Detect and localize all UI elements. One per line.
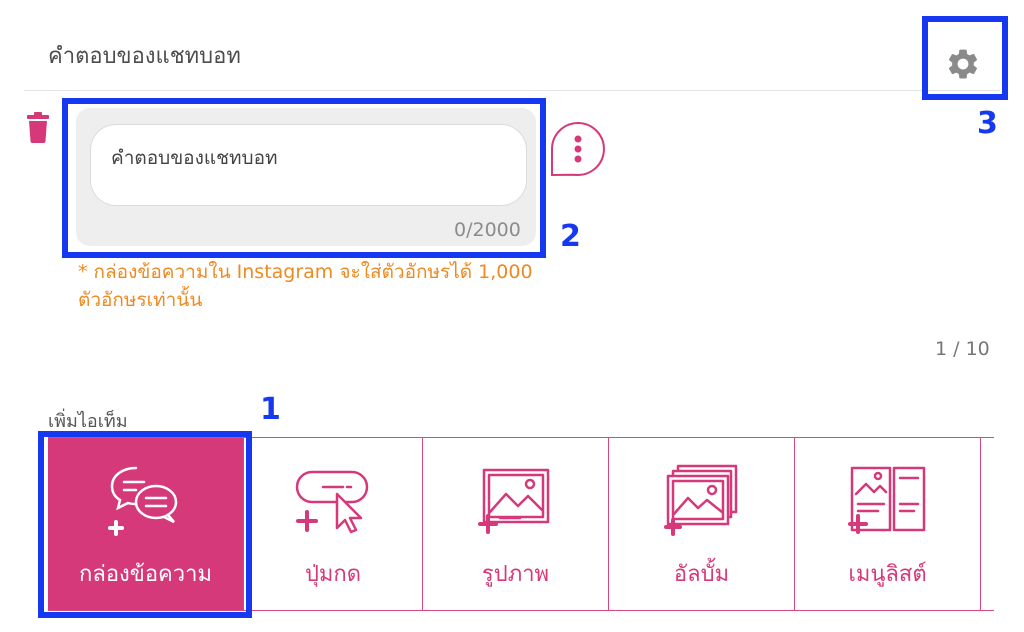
trash-icon[interactable]	[25, 111, 51, 143]
tile-image-label: รูปภาพ	[481, 562, 550, 587]
callout-number-3: 3	[977, 106, 998, 141]
item-counter: 1 / 10	[935, 338, 990, 360]
menu-list-plus-icon	[847, 466, 925, 534]
image-plus-icon	[477, 468, 549, 534]
instagram-limit-note: * กล่องข้อความใน Instagram จะใส่ตัวอักษร…	[78, 261, 533, 311]
button-cursor-plus-icon	[295, 470, 369, 534]
header-divider	[24, 90, 1000, 91]
tile-menu-list-label: เมนูลิสต์	[848, 562, 927, 587]
tile-image[interactable]: รูปภาพ	[423, 438, 609, 610]
more-options-button[interactable]	[548, 119, 608, 179]
highlight-box-message	[62, 98, 546, 258]
tile-menu-list[interactable]: เมนูลิสต์	[795, 438, 981, 610]
tile-button-label: ปุ่มกด	[304, 562, 362, 587]
album-plus-icon	[663, 464, 737, 536]
tile-album-label: อัลบั้ม	[673, 562, 730, 587]
callout-number-1: 1	[260, 392, 281, 427]
highlight-box-settings	[922, 16, 1008, 100]
tile-button[interactable]: ปุ่มกด	[244, 438, 423, 610]
callout-number-2: 2	[560, 219, 581, 254]
tile-album[interactable]: อัลบั้ม	[609, 438, 795, 610]
highlight-box-text-tile	[38, 431, 252, 618]
page-title: คำตอบของแชทบอท	[48, 44, 241, 69]
